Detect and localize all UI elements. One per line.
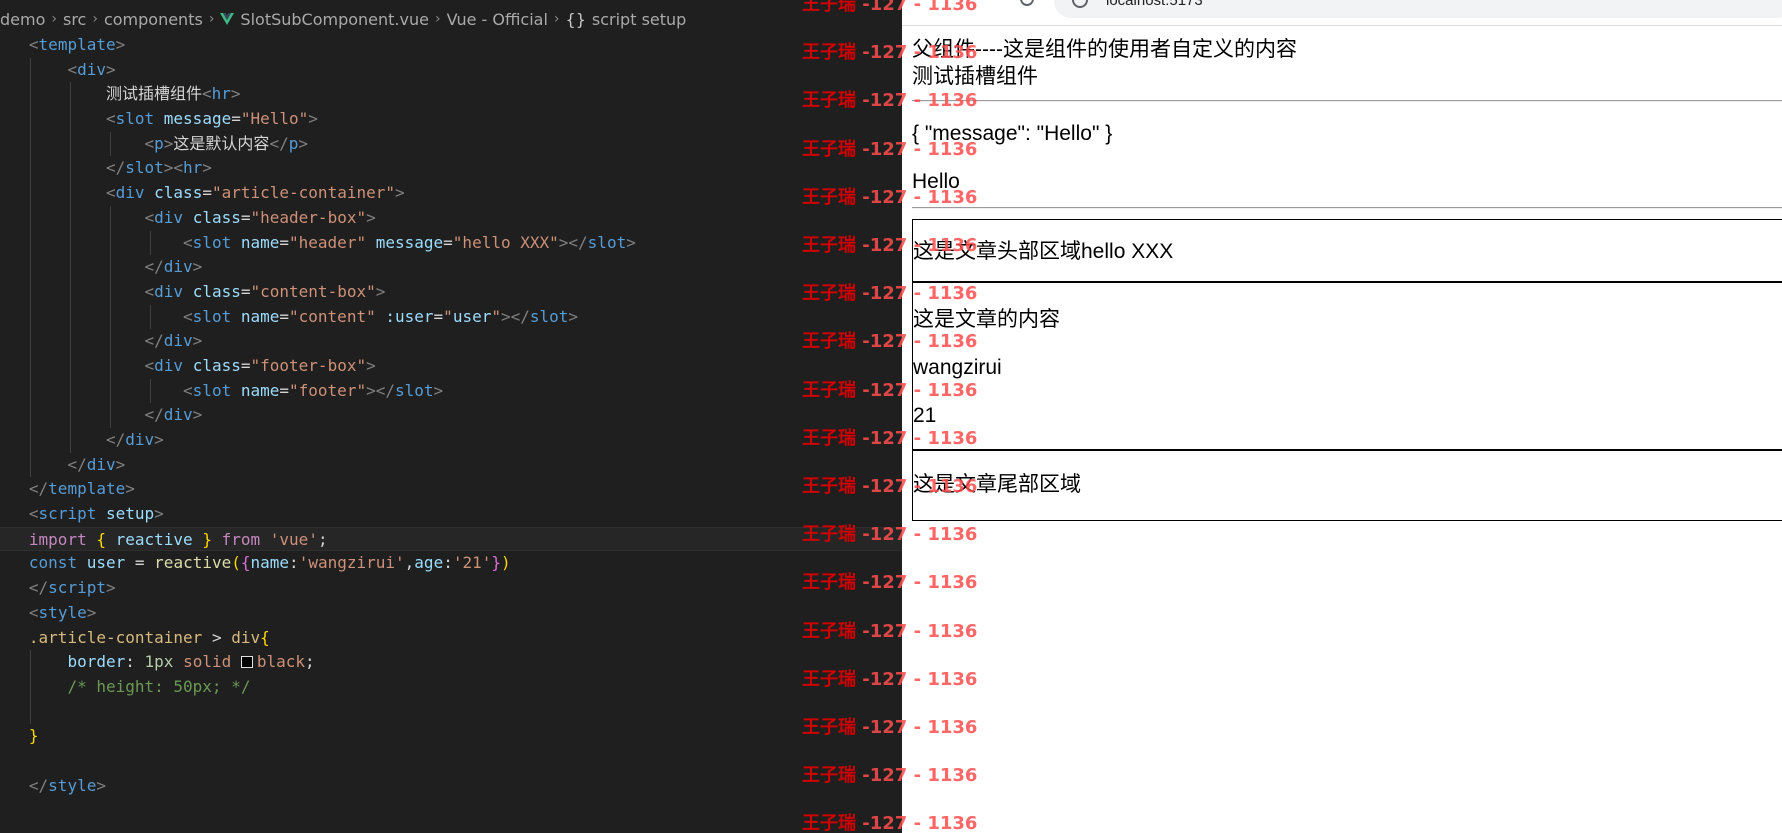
code-line[interactable]: <script setup> [0, 502, 902, 527]
code-line[interactable]: <style> [0, 601, 902, 626]
breadcrumb-item-symbol[interactable]: script setup [592, 10, 686, 29]
divider [912, 207, 1782, 209]
breadcrumb-item-src[interactable]: src [63, 10, 86, 29]
header-box: 这是文章头部区域hello XXX [912, 219, 1782, 282]
breadcrumb-item-file[interactable]: SlotSubComponent.vue [240, 10, 429, 29]
message-text: Hello [912, 170, 960, 193]
code-line[interactable] [0, 749, 902, 774]
code-line[interactable]: <template> [0, 33, 902, 58]
reload-icon[interactable] [1020, 0, 1034, 6]
chevron-right-icon: › [92, 11, 98, 27]
slot-props-text: { "message": "Hello" } [912, 122, 1113, 145]
browser-toolbar: localhost:5173 [902, 0, 1782, 26]
code-line[interactable] [0, 699, 902, 725]
rendered-page: 父组件----这是组件的使用者自定义的内容 测试插槽组件 { "message"… [912, 36, 1782, 521]
footer-box: 这是文章尾部区域 [912, 450, 1782, 521]
chevron-right-icon: › [434, 11, 441, 27]
code-line[interactable]: </template> [0, 477, 902, 502]
browser-window: localhost:5173 父组件----这是组件的使用者自定义的内容 测试插… [902, 0, 1782, 833]
color-swatch-icon[interactable] [240, 656, 253, 669]
code-editor[interactable]: demo › src › components › SlotSubCompone… [0, 0, 902, 833]
code-line[interactable]: <slot name="header" message="hello XXX">… [0, 230, 902, 256]
chevron-right-icon: › [553, 11, 560, 27]
code-line[interactable]: </script> [0, 576, 902, 601]
code-line[interactable]: </slot><hr> [0, 156, 902, 182]
chevron-right-icon: › [208, 11, 215, 27]
braces-icon: {} [565, 9, 586, 29]
code-line[interactable]: </div> [0, 329, 902, 354]
footer-text: 这是文章尾部区域 [913, 473, 1081, 496]
code-line[interactable]: <div class="header-box"> [0, 205, 902, 231]
user-name-text: wangzirui [913, 356, 1002, 379]
content-box: 这是文章的内容 wangzirui 21 [912, 282, 1782, 450]
code-line[interactable]: </div> [0, 428, 902, 453]
code-line[interactable]: <div class="content-box"> [0, 279, 902, 305]
code-line[interactable]: 测试插槽组件<hr> [0, 82, 902, 108]
code-line[interactable]: <slot name="footer"></slot> [0, 378, 902, 404]
code-line[interactable]: border: 1px solid black; [0, 650, 902, 675]
content-text: 这是文章的内容 [913, 308, 1060, 331]
divider [912, 100, 1782, 102]
code-line[interactable]: </div> [0, 452, 902, 478]
url-text[interactable]: localhost:5173 [1106, 0, 1203, 9]
chevron-right-icon: › [51, 11, 57, 27]
code-line[interactable]: </div> [0, 255, 902, 280]
code-line-current[interactable]: import { reactive } from 'vue'; [0, 526, 902, 552]
code-line[interactable]: </div> [0, 403, 902, 428]
code-line[interactable]: <slot name="content" :user="user"></slot… [0, 304, 902, 330]
code-line[interactable]: } [0, 724, 902, 749]
code-line[interactable]: <p>这是默认内容</p> [0, 131, 902, 157]
header-text: 这是文章头部区域hello XXX [913, 240, 1174, 263]
code-line[interactable]: .article-container > div{ [0, 626, 902, 651]
code-line[interactable]: </style> [0, 774, 902, 799]
code-line[interactable]: /* height: 50px; */ [0, 674, 902, 700]
parent-content-text: 父组件----这是组件的使用者自定义的内容 [912, 38, 1297, 61]
vue-file-icon [220, 13, 235, 25]
user-age-text: 21 [913, 404, 937, 427]
code-line[interactable]: <slot message="Hello"> [0, 107, 902, 132]
code-area[interactable]: <template> <div> 测试插槽组件<hr> <slot messag… [0, 33, 902, 798]
code-line[interactable]: <div class="article-container"> [0, 181, 902, 206]
breadcrumb-item-components[interactable]: components [104, 10, 203, 29]
breadcrumb-item-language[interactable]: Vue - Official [447, 10, 548, 29]
code-line[interactable]: <div> [0, 57, 902, 83]
breadcrumb-item-demo[interactable]: demo [0, 10, 45, 29]
code-line[interactable]: <div class="footer-box"> [0, 353, 902, 379]
child-component-title: 测试插槽组件 [912, 65, 1038, 88]
code-line[interactable]: const user = reactive({name:'wangzirui',… [0, 551, 902, 576]
article-container: 这是文章头部区域hello XXX 这是文章的内容 wangzirui 21 这… [912, 219, 1782, 521]
